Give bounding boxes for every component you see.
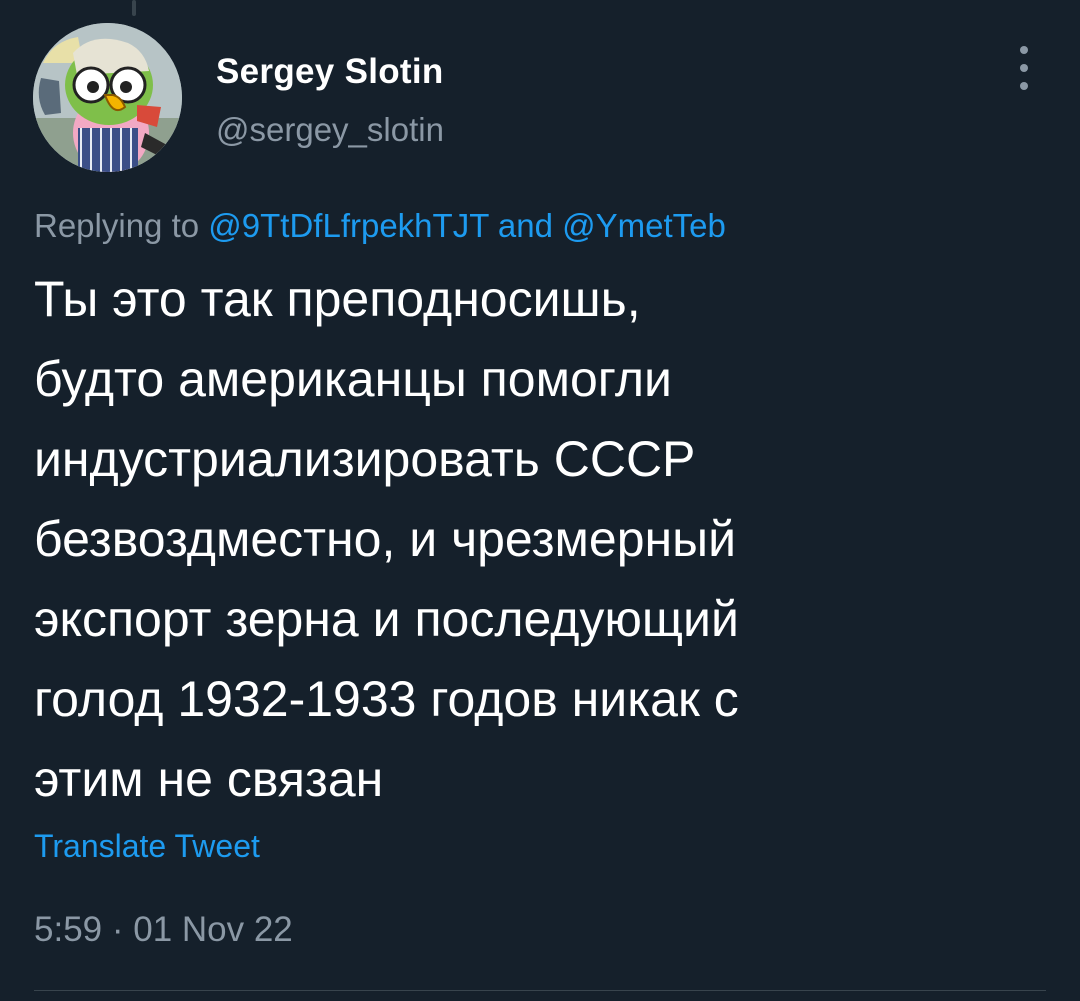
thread-connector-line [132, 0, 136, 16]
parrot-avatar-icon [33, 23, 182, 172]
author-name[interactable]: Sergey Slotin [216, 52, 444, 92]
more-vertical-icon-dot [1020, 64, 1028, 72]
mention-link[interactable]: @9TtDfLfrpekhTJT [208, 207, 488, 244]
replying-to-line: Replying to @9TtDfLfrpekhTJT and @YmetTe… [34, 207, 726, 245]
author-handle[interactable]: @sergey_slotin [216, 111, 444, 149]
replying-to-label: Replying to [34, 207, 200, 244]
mention-conjunction: and [497, 207, 553, 244]
tweet-timestamp[interactable]: 5:59 · 01 Nov 22 [34, 910, 293, 950]
more-vertical-icon-dot [1020, 82, 1028, 90]
more-options-button[interactable] [1010, 46, 1038, 90]
tweet-text: Ты это так преподносишь, будто американц… [34, 271, 739, 807]
mention-link[interactable]: @YmetTeb [562, 207, 726, 244]
avatar[interactable] [33, 23, 182, 172]
translate-tweet-link[interactable]: Translate Tweet [34, 828, 260, 865]
more-vertical-icon [1020, 46, 1028, 54]
divider [34, 990, 1046, 991]
